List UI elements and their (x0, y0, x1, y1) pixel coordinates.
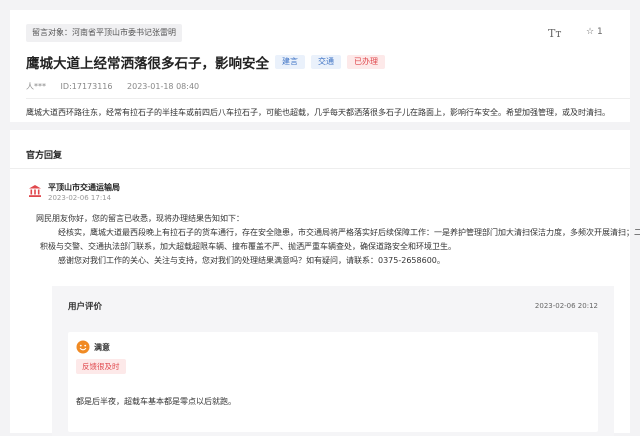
title-row: 鹰城大道上经常洒落很多石子，影响安全 建言 交通 已办理 (26, 52, 385, 72)
smiley-face-icon (76, 340, 90, 354)
reply-line: 积极与交警、交通执法部门联系，加大超载超限车辆、撞布覆盖不严、抛洒严重车辆查处，… (40, 242, 456, 251)
post-id: ID:17173116 (60, 82, 113, 91)
org-name: 平顶山市交通运输局 (48, 183, 120, 192)
government-building-icon (29, 185, 41, 197)
satisfaction-label: 满意 (94, 343, 110, 352)
reply-line: 感谢您对我们工作的关心、关注与支持，您对我们的处理结果满意吗？如有疑问，请联系：… (58, 256, 445, 265)
post-date: 2023-01-18 08:40 (127, 82, 200, 91)
tag-traffic: 交通 (311, 55, 341, 69)
feedback-tag: 反馈很及时 (76, 359, 126, 374)
evaluation-comment: 都是后半夜，超载车基本都是零点以后就跑。 (76, 397, 236, 406)
page-title: 鹰城大道上经常洒落很多石子，影响安全 (26, 56, 269, 72)
reply-line: 经核实，鹰城大道最西段晚上有拉石子的货车通行，存在安全隐患，市交通局将严格落实好… (58, 228, 640, 237)
evaluation-time: 2023-02-06 20:12 (534, 302, 598, 310)
status-badge: 已办理 (347, 55, 385, 69)
like-count: 1 (596, 27, 603, 37)
star-icon: ☆ (586, 27, 595, 37)
divider (26, 98, 630, 99)
user-evaluation: 用户评价 2023-02-06 20:12 满意 反馈很及时 都是后半夜，超载车… (52, 286, 614, 436)
evaluation-title: 用户评价 (68, 302, 103, 312)
post-content: 鹰城大道西环路往东，经常有拉石子的半挂车或前四后八车拉石子，可能也超载，几乎每天… (26, 108, 610, 117)
official-reply-card: 官方回复 平顶山市交通运输局 2023-02-06 17:14 网民朋友你好，您… (10, 130, 640, 436)
divider (10, 168, 630, 169)
message-target[interactable]: 留言对象：河南省平顶山市委书记张雷明 (26, 24, 182, 42)
font-size-icon[interactable]: Tт (548, 27, 561, 40)
message-card: 留言对象：河南省平顶山市委书记张雷明 Tт ☆ 1 鹰城大道上经常洒落很多石子，… (10, 10, 630, 122)
post-meta: 人*** ID:17173116 2023-01-18 08:40 (26, 81, 211, 92)
evaluation-detail: 满意 反馈很及时 都是后半夜，超载车基本都是零点以后就跑。 (68, 332, 598, 432)
like-button[interactable]: ☆ 1 (586, 27, 603, 37)
author: 人*** (26, 82, 46, 91)
reply-heading: 官方回复 (26, 151, 63, 161)
reply-line: 网民朋友你好，您的留言已收悉，现将办理结果告知如下： (36, 214, 244, 223)
tag-suggestion: 建言 (275, 55, 305, 69)
org-time: 2023-02-06 17:14 (48, 194, 112, 202)
